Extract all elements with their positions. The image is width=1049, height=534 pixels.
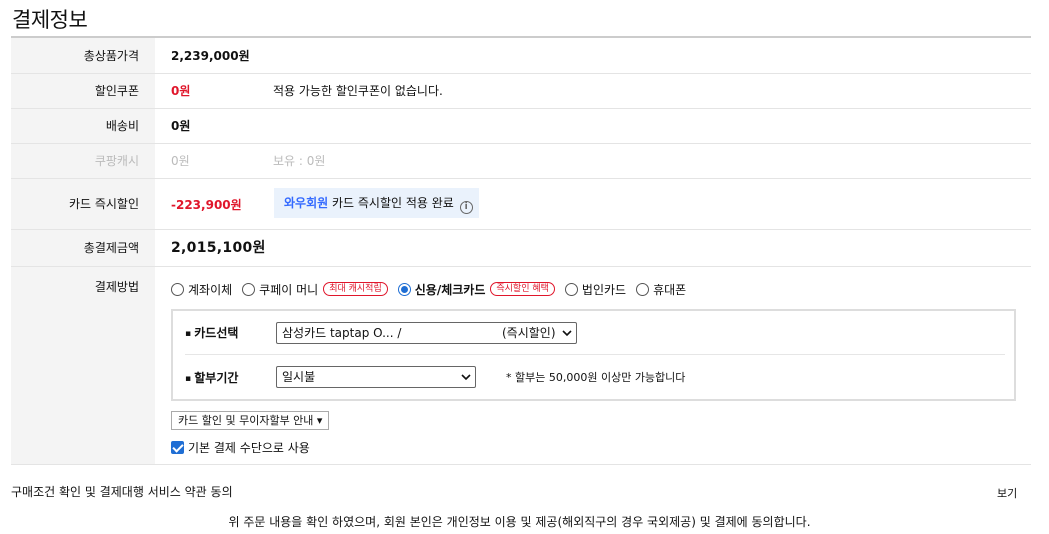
card-select-value: 삼성카드 taptap O... / [282, 325, 402, 340]
radio-button-selected[interactable] [397, 282, 411, 296]
card-select-dropdown[interactable]: 삼성카드 taptap O... / (즉시할인) [276, 321, 577, 344]
payment-option-mobile[interactable]: 휴대폰 [636, 281, 686, 298]
row-label: 총결제금액 [11, 230, 155, 266]
row-card-discount: 카드 즉시할인 -223,900원 와우회원 카드 즉시할인 적용 완료 i [11, 179, 1031, 230]
row-coupang-cash: 쿠팡캐시 0원 보유 : 0원 [11, 144, 1031, 179]
option-label: 신용/체크카드 [414, 282, 486, 297]
row-label: 총상품가격 [11, 38, 155, 73]
chevron-down-icon [461, 374, 471, 381]
agreement-text: 위 주문 내용을 확인 하였으며, 회원 본인은 개인정보 이용 및 제공(해외… [228, 515, 811, 529]
card-discount-guide-button[interactable]: 카드 할인 및 무이자할부 안내 ▾ [171, 411, 330, 430]
default-payment-label: 기본 결제 수단으로 사용 [188, 441, 310, 455]
radio-button[interactable] [171, 282, 184, 296]
radio-button[interactable] [242, 282, 256, 296]
checkbox-checked[interactable] [171, 441, 184, 454]
card-select-label: 카드선택 [185, 324, 276, 341]
page-title: 결제정보 [12, 8, 88, 32]
installment-row: 할부기간 일시불 * 할부는 50,000원 이상만 가능합니다 [185, 355, 1005, 399]
total-value: 2,015,100원 [171, 240, 266, 256]
wow-member-label: 와우회원 [284, 196, 329, 210]
installment-label: 할부기간 [185, 369, 276, 386]
row-total: 총결제금액 2,015,100원 [11, 230, 1031, 267]
row-label: 할인쿠폰 [11, 74, 155, 108]
card-select-suffix: (즉시할인) [502, 325, 556, 340]
payment-option-corporate-card[interactable]: 법인카드 [564, 281, 627, 298]
installment-dropdown[interactable]: 일시불 [276, 366, 476, 388]
default-payment-checkbox-row[interactable]: 기본 결제 수단으로 사용 [171, 439, 310, 456]
row-label: 카드 즉시할인 [11, 179, 155, 229]
product-price-value: 2,239,000원 [171, 49, 250, 63]
terms-view-link[interactable]: 보기 [997, 485, 1017, 501]
radio-button[interactable] [564, 282, 578, 296]
payment-option-bank-transfer[interactable]: 계좌이체 [171, 281, 232, 298]
row-coupon: 할인쿠폰 0원 적용 가능한 할인쿠폰이 없습니다. [11, 74, 1031, 109]
card-discount-value: -223,900원 [171, 198, 242, 212]
card-options-panel: 카드선택 삼성카드 taptap O... / (즉시할인) 할부기간 일시불 … [171, 309, 1016, 401]
payment-option-credit-card[interactable]: 신용/체크카드 즉시할인 혜택 [397, 281, 555, 298]
coupon-note: 적용 가능한 할인쿠폰이 없습니다. [273, 84, 443, 98]
info-icon[interactable]: i [459, 201, 473, 214]
row-label: 쿠팡캐시 [11, 144, 155, 178]
payment-info-table: 총상품가격 2,239,000원 할인쿠폰 0원 적용 가능한 할인쿠폰이 없습… [11, 36, 1031, 465]
badge-text: 카드 즉시할인 적용 완료 [328, 196, 454, 210]
radio-button[interactable] [636, 282, 650, 296]
option-label: 법인카드 [581, 282, 627, 297]
option-label: 계좌이체 [188, 282, 233, 297]
coupon-value: 0원 [171, 84, 191, 98]
row-shipping: 배송비 0원 [11, 109, 1031, 144]
option-label: 쿠페이 머니 [259, 282, 319, 297]
row-payment-method: 결제방법 계좌이체 쿠페이 머니 최대 캐시적립 신용/체크카드 즉시할인 혜택 [11, 267, 1031, 465]
option-label: 휴대폰 [653, 282, 687, 297]
shipping-value: 0원 [171, 119, 191, 133]
row-label: 배송비 [11, 109, 155, 143]
card-select-row: 카드선택 삼성카드 taptap O... / (즉시할인) [185, 311, 1005, 355]
payment-options: 계좌이체 쿠페이 머니 최대 캐시적립 신용/체크카드 즉시할인 혜택 법인카드 [171, 280, 696, 298]
chevron-down-icon [562, 329, 572, 336]
installment-note: * 할부는 50,000원 이상만 가능합니다 [506, 371, 686, 384]
installment-value: 일시불 [282, 370, 316, 384]
row-product-price: 총상품가격 2,239,000원 [11, 38, 1031, 74]
payment-option-coupay-money[interactable]: 쿠페이 머니 최대 캐시적립 [242, 281, 388, 298]
promo-tag: 즉시할인 혜택 [490, 282, 555, 296]
coupang-cash-note: 보유 : 0원 [273, 154, 326, 168]
wow-discount-badge: 와우회원 카드 즉시할인 적용 완료 i [274, 188, 479, 218]
row-label: 결제방법 [11, 267, 155, 464]
terms-agreement-title: 구매조건 확인 및 결제대행 서비스 약관 동의 [11, 485, 233, 499]
promo-tag: 최대 캐시적립 [323, 282, 388, 296]
coupang-cash-value: 0원 [171, 154, 190, 168]
